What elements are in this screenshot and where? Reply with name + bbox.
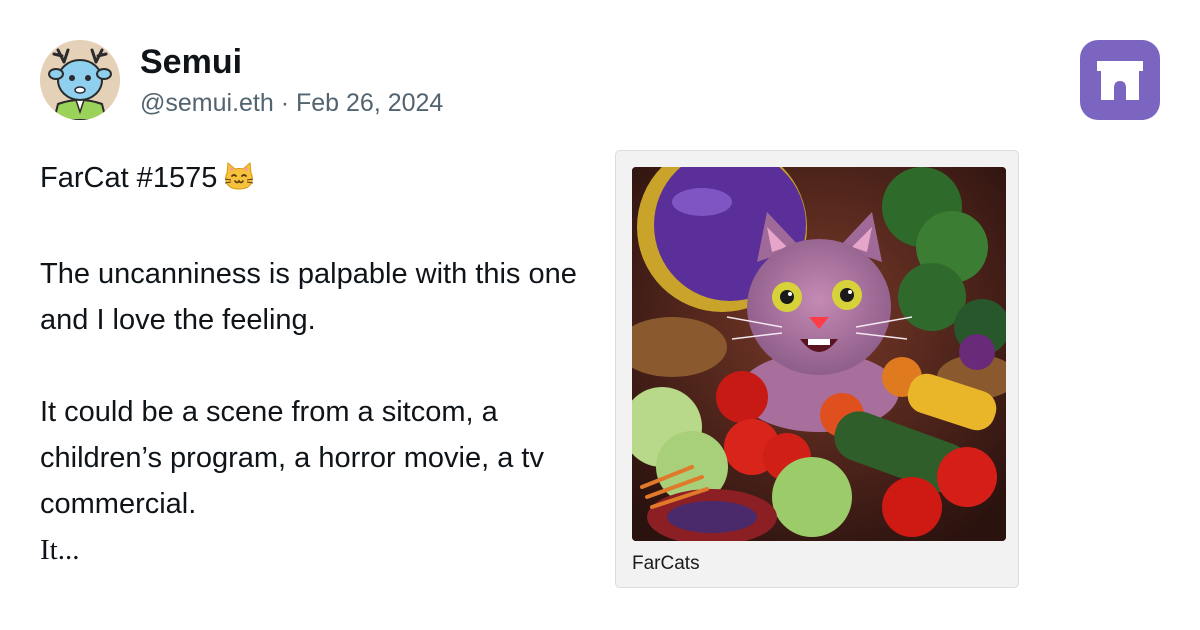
post-date[interactable]: Feb 26, 2024 [296,89,443,117]
post-paragraph-1: The uncanniness is palpable with this on… [40,258,577,336]
avatar[interactable] [40,40,120,120]
author-meta: @semui.eth · Feb 26, 2024 [140,86,443,120]
post-truncated: It... [40,534,80,566]
post-body: FarCat #1575 The uncanniness is palpable… [40,155,600,573]
post-title: FarCat #1575 [40,155,600,205]
author-name[interactable]: Semui [140,40,242,84]
embed-label[interactable]: FarCats [632,551,700,577]
post-paragraph-2: It could be a scene from a sitcom, a chi… [40,396,544,520]
embed-card[interactable]: FarCats [615,150,1019,588]
meta-separator: · [273,89,296,117]
post-title-text: FarCat #1575 [40,162,218,194]
author-handle[interactable]: @semui.eth [140,89,274,117]
farcat-image[interactable] [632,167,1006,541]
cat-face-icon [223,159,255,205]
farcaster-arch-icon[interactable] [1080,40,1160,120]
